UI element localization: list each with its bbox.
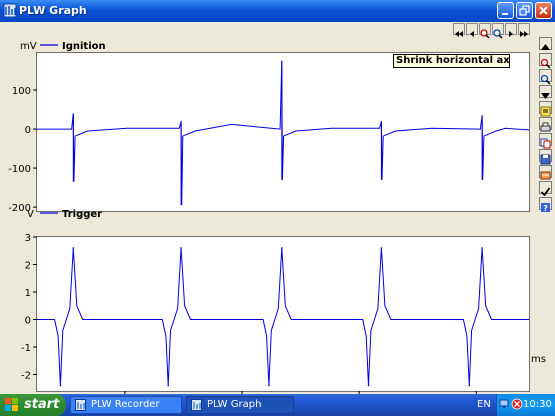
trigger-trough xyxy=(59,384,62,387)
language-indicator[interactable]: EN xyxy=(477,399,491,410)
security-alert-icon[interactable] xyxy=(511,398,523,410)
window-title: PLW Graph xyxy=(19,4,87,17)
ignition-y-tick-label: 0 xyxy=(25,125,31,136)
windows-flag-icon xyxy=(5,398,18,411)
plw-recorder-icon xyxy=(75,399,86,411)
system-tray: 10:30 xyxy=(496,394,555,416)
trigger-y-axis: -2 -1 0 1 2 3 xyxy=(21,233,37,382)
trigger-y-tick-label: 1 xyxy=(25,288,31,299)
trigger-trough xyxy=(367,384,370,387)
task-label: PLW Recorder xyxy=(91,399,160,410)
trigger-y-tick-label: -2 xyxy=(21,371,31,382)
trigger-peak xyxy=(72,247,75,249)
ignition-y-tick-label: -100 xyxy=(8,164,31,175)
plw-graph-icon xyxy=(191,399,202,411)
trigger-pulse-marks xyxy=(59,247,483,387)
close-button[interactable] xyxy=(535,2,552,19)
trigger-y-tick-label: 3 xyxy=(25,233,31,244)
ignition-series-line xyxy=(37,60,530,206)
trigger-peak xyxy=(180,247,182,249)
restore-icon xyxy=(519,5,530,16)
ignition-y-axis: -200 -100 0 100 xyxy=(8,86,37,214)
task-plw-graph[interactable]: PLW Graph xyxy=(186,396,294,414)
trigger-series-line xyxy=(37,247,529,386)
start-label: start xyxy=(24,397,60,412)
task-plw-recorder[interactable]: PLW Recorder xyxy=(70,396,182,414)
minimize-icon xyxy=(502,13,508,15)
trigger-y-tick-label: 0 xyxy=(25,316,31,327)
x-axis-unit: ms xyxy=(531,354,546,365)
network-icon[interactable] xyxy=(499,398,511,410)
ignition-y-tick-label: 100 xyxy=(12,86,31,97)
ignition-y-unit: mV xyxy=(20,41,37,52)
trigger-y-tick-label: 2 xyxy=(25,261,31,272)
ignition-legend-label: Ignition xyxy=(62,41,106,52)
minimize-button[interactable] xyxy=(497,2,514,19)
trigger-trough xyxy=(468,384,471,387)
clock: 10:30 xyxy=(523,399,552,410)
ignition-pulse-marks xyxy=(72,60,483,206)
ignition-y-tick-label: -200 xyxy=(8,203,31,214)
restore-button[interactable] xyxy=(516,2,533,19)
trigger-trough xyxy=(167,384,169,387)
taskbar: start PLW Recorder PLW Graph EN 10:30 xyxy=(0,394,555,416)
close-icon xyxy=(539,6,548,15)
trigger-y-tick-label: -1 xyxy=(21,343,31,354)
graph-client-area: Shrink horizontal axis ? mV Ignition V T… xyxy=(0,22,555,394)
trigger-peak xyxy=(380,247,383,249)
task-label: PLW Graph xyxy=(207,399,262,410)
trigger-legend-label: Trigger xyxy=(62,209,102,220)
charts-overlay: mV Ignition V Trigger ms -200-1000100 -2… xyxy=(8,41,546,394)
trigger-trough xyxy=(268,384,270,387)
app-icon xyxy=(3,3,17,18)
trigger-peak xyxy=(481,247,483,249)
title-bar[interactable]: PLW Graph xyxy=(0,0,555,22)
start-button[interactable]: start xyxy=(0,394,66,416)
trigger-peak xyxy=(281,247,283,249)
